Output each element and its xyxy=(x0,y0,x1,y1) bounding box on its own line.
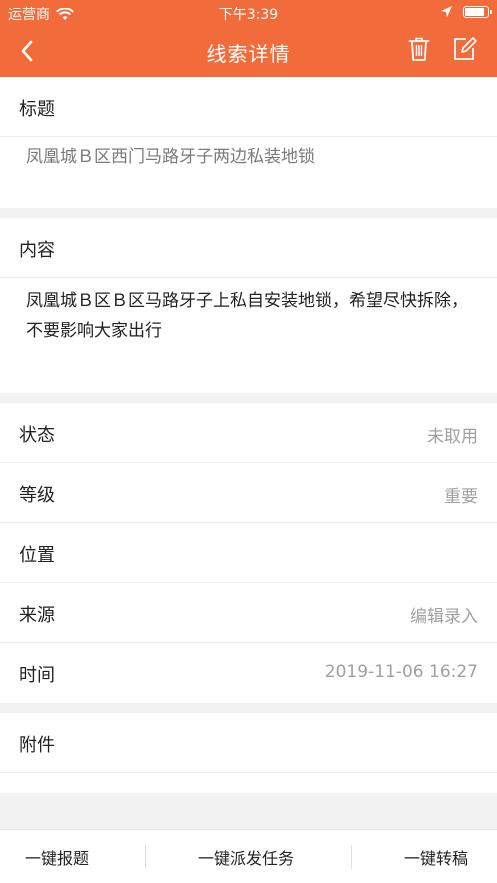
title-label: 标题 xyxy=(19,99,55,120)
title-section: 标题 凤凰城Ｂ区西门马路牙子两边私装地锁 xyxy=(0,77,497,208)
edit-button[interactable] xyxy=(452,36,480,66)
action-separator xyxy=(145,845,146,869)
detail-row-level[interactable]: 等级 重要 xyxy=(0,463,497,523)
level-label: 等级 xyxy=(19,485,55,506)
report-button[interactable]: 一键报题 xyxy=(25,830,89,883)
action-separator xyxy=(351,845,352,869)
status-value: 未取用 xyxy=(427,427,478,447)
status-time: 下午3:39 xyxy=(218,7,279,23)
delete-button[interactable] xyxy=(408,36,436,66)
location-label: 位置 xyxy=(19,545,55,566)
title-divider xyxy=(0,136,497,137)
attachment-content xyxy=(0,773,497,793)
content-divider xyxy=(0,277,497,278)
attachment-label: 附件 xyxy=(19,735,55,756)
time-value: 2019-11-06 16:27 xyxy=(324,662,478,682)
content-label: 内容 xyxy=(19,240,55,261)
location-arrow-icon xyxy=(441,6,452,17)
bottom-action-bar: 一键报题 一键派发任务 一键转稿 xyxy=(0,829,497,883)
detail-row-location[interactable]: 位置 xyxy=(0,523,497,583)
content-value: 凤凰城Ｂ区Ｂ区马路牙子上私自安装地锁，希望尽快拆除，不要影响大家出行 xyxy=(26,291,468,341)
source-label: 来源 xyxy=(19,605,55,626)
time-label: 时间 xyxy=(19,665,55,686)
content-section: 内容 凤凰城Ｂ区Ｂ区马路牙子上私自安装地锁，希望尽快拆除，不要影响大家出行 xyxy=(0,218,497,393)
trash-icon xyxy=(408,37,430,61)
status-right xyxy=(440,5,492,18)
edit-icon xyxy=(454,37,477,60)
dispatch-task-button[interactable]: 一键派发任务 xyxy=(198,830,294,883)
status-label: 状态 xyxy=(19,425,55,446)
transfer-draft-button[interactable]: 一键转稿 xyxy=(404,830,468,883)
detail-row-time[interactable]: 时间 2019-11-06 16:27 xyxy=(0,643,497,703)
detail-row-source[interactable]: 来源 编辑录入 xyxy=(0,583,497,643)
battery-level xyxy=(465,7,484,16)
battery-icon xyxy=(463,5,492,18)
source-value: 编辑录入 xyxy=(410,607,478,627)
title-value: 凤凰城Ｂ区西门马路牙子两边私装地锁 xyxy=(26,147,315,167)
level-value: 重要 xyxy=(444,487,478,507)
detail-row-status[interactable]: 状态 未取用 xyxy=(0,403,497,463)
nav-bar: 线索详情 xyxy=(0,26,497,77)
attachment-section[interactable]: 附件 xyxy=(0,713,497,773)
status-bar: 运营商 下午3:39 xyxy=(0,0,497,26)
